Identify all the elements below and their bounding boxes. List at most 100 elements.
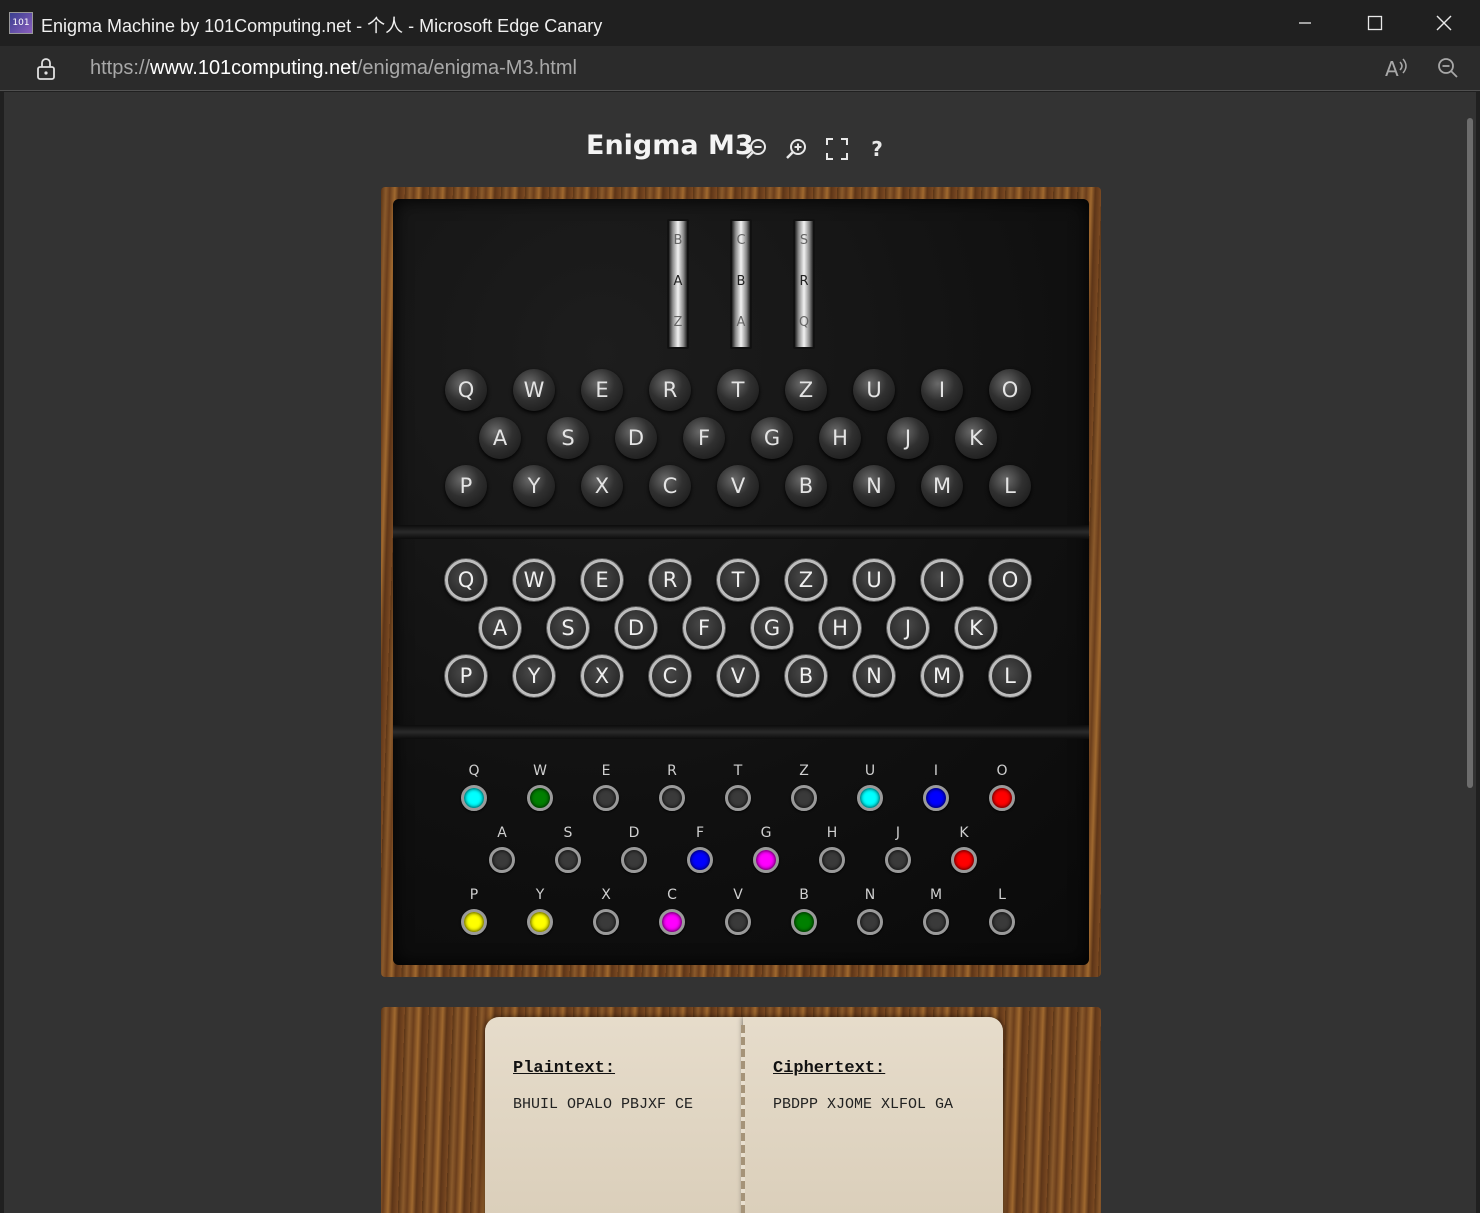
- plug-socket-d[interactable]: [621, 847, 647, 873]
- plug-label-l: L: [998, 887, 1006, 903]
- close-button[interactable]: [1411, 0, 1477, 46]
- plug-socket-b[interactable]: [791, 909, 817, 935]
- key-h[interactable]: H: [819, 607, 861, 649]
- plug-socket-a[interactable]: [489, 847, 515, 873]
- key-u[interactable]: U: [853, 559, 895, 601]
- maximize-icon: [1367, 15, 1383, 31]
- lamp-u: U: [853, 369, 895, 411]
- plug-socket-p[interactable]: [461, 909, 487, 935]
- plug-socket-m[interactable]: [923, 909, 949, 935]
- key-r[interactable]: R: [649, 559, 691, 601]
- plug-socket-j[interactable]: [885, 847, 911, 873]
- plug-socket-q[interactable]: [461, 785, 487, 811]
- plug-socket-x[interactable]: [593, 909, 619, 935]
- read-aloud-icon[interactable]: A: [1383, 56, 1411, 80]
- key-v[interactable]: V: [717, 655, 759, 697]
- rotor-prev-letter: S: [799, 233, 809, 248]
- lamp-n: N: [853, 465, 895, 507]
- rotor-prev-letter: C: [736, 233, 746, 248]
- rotor-2[interactable]: C B A: [730, 219, 752, 349]
- lamp-e: E: [581, 369, 623, 411]
- rotor-next-letter: Z: [673, 315, 683, 330]
- zoom-out-icon[interactable]: [744, 136, 770, 162]
- plug-socket-v[interactable]: [725, 909, 751, 935]
- key-b[interactable]: B: [785, 655, 827, 697]
- lamp-p: P: [445, 465, 487, 507]
- plug-label-g: G: [760, 825, 772, 841]
- plug-socket-t[interactable]: [725, 785, 751, 811]
- plug-socket-i[interactable]: [923, 785, 949, 811]
- page-title: Enigma M3: [586, 130, 754, 161]
- key-k[interactable]: K: [955, 607, 997, 649]
- fullscreen-icon[interactable]: [824, 136, 850, 162]
- maximize-button[interactable]: [1342, 0, 1408, 46]
- minimize-icon: [1299, 22, 1311, 24]
- lamp-y: Y: [513, 465, 555, 507]
- url-field[interactable]: https://www.101computing.net/enigma/enig…: [90, 57, 577, 80]
- browser-window: 101 Enigma Machine by 101Computing.net -…: [0, 0, 1480, 1213]
- plug-socket-h[interactable]: [819, 847, 845, 873]
- key-t[interactable]: T: [717, 559, 759, 601]
- key-e[interactable]: E: [581, 559, 623, 601]
- key-q[interactable]: Q: [445, 559, 487, 601]
- window-title: Enigma Machine by 101Computing.net - 个人 …: [41, 16, 603, 36]
- rotor-next-letter: Q: [798, 315, 810, 330]
- zoom-in-icon[interactable]: [784, 136, 810, 162]
- zoom-out-icon[interactable]: [1436, 56, 1460, 80]
- lamp-b: B: [785, 465, 827, 507]
- rotor-prev-letter: B: [673, 233, 683, 248]
- plug-socket-o[interactable]: [989, 785, 1015, 811]
- plug-socket-k[interactable]: [951, 847, 977, 873]
- key-c[interactable]: C: [649, 655, 691, 697]
- plug-socket-f[interactable]: [687, 847, 713, 873]
- plug-socket-n[interactable]: [857, 909, 883, 935]
- url-scheme: https://: [90, 57, 151, 79]
- rotor-1[interactable]: B A Z: [667, 219, 689, 349]
- plug-label-c: C: [667, 887, 677, 903]
- key-i[interactable]: I: [921, 559, 963, 601]
- key-z[interactable]: Z: [785, 559, 827, 601]
- plug-socket-u[interactable]: [857, 785, 883, 811]
- plug-socket-z[interactable]: [791, 785, 817, 811]
- key-d[interactable]: D: [615, 607, 657, 649]
- rotor-current-letter: A: [673, 274, 683, 289]
- plug-socket-g[interactable]: [753, 847, 779, 873]
- lamp-m: M: [921, 465, 963, 507]
- lamp-h: H: [819, 417, 861, 459]
- plug-label-j: J: [895, 825, 901, 841]
- plug-socket-w[interactable]: [527, 785, 553, 811]
- plaintext-heading: Plaintext:: [513, 1059, 616, 1078]
- plug-label-e: E: [601, 763, 611, 779]
- key-m[interactable]: M: [921, 655, 963, 697]
- divider: [393, 725, 1089, 739]
- plug-socket-e[interactable]: [593, 785, 619, 811]
- key-f[interactable]: F: [683, 607, 725, 649]
- lamp-z: Z: [785, 369, 827, 411]
- plug-socket-y[interactable]: [527, 909, 553, 935]
- key-s[interactable]: S: [547, 607, 589, 649]
- key-x[interactable]: X: [581, 655, 623, 697]
- key-p[interactable]: P: [445, 655, 487, 697]
- minimize-button[interactable]: [1272, 0, 1338, 46]
- key-o[interactable]: O: [989, 559, 1031, 601]
- plug-socket-c[interactable]: [659, 909, 685, 935]
- key-a[interactable]: A: [479, 607, 521, 649]
- help-button[interactable]: ?: [864, 136, 890, 162]
- vertical-scrollbar[interactable]: [1467, 118, 1473, 788]
- plug-socket-l[interactable]: [989, 909, 1015, 935]
- key-w[interactable]: W: [513, 559, 555, 601]
- key-l[interactable]: L: [989, 655, 1031, 697]
- plug-label-s: S: [563, 825, 573, 841]
- key-j[interactable]: J: [887, 607, 929, 649]
- plug-socket-s[interactable]: [555, 847, 581, 873]
- notebook-spine: [741, 1025, 745, 1213]
- lock-icon[interactable]: [36, 57, 56, 81]
- key-g[interactable]: G: [751, 607, 793, 649]
- key-n[interactable]: N: [853, 655, 895, 697]
- lamp-r: R: [649, 369, 691, 411]
- ciphertext-heading: Ciphertext:: [773, 1059, 886, 1078]
- rotor-3[interactable]: S R Q: [793, 219, 815, 349]
- plug-label-i: I: [933, 763, 939, 779]
- key-y[interactable]: Y: [513, 655, 555, 697]
- plug-socket-r[interactable]: [659, 785, 685, 811]
